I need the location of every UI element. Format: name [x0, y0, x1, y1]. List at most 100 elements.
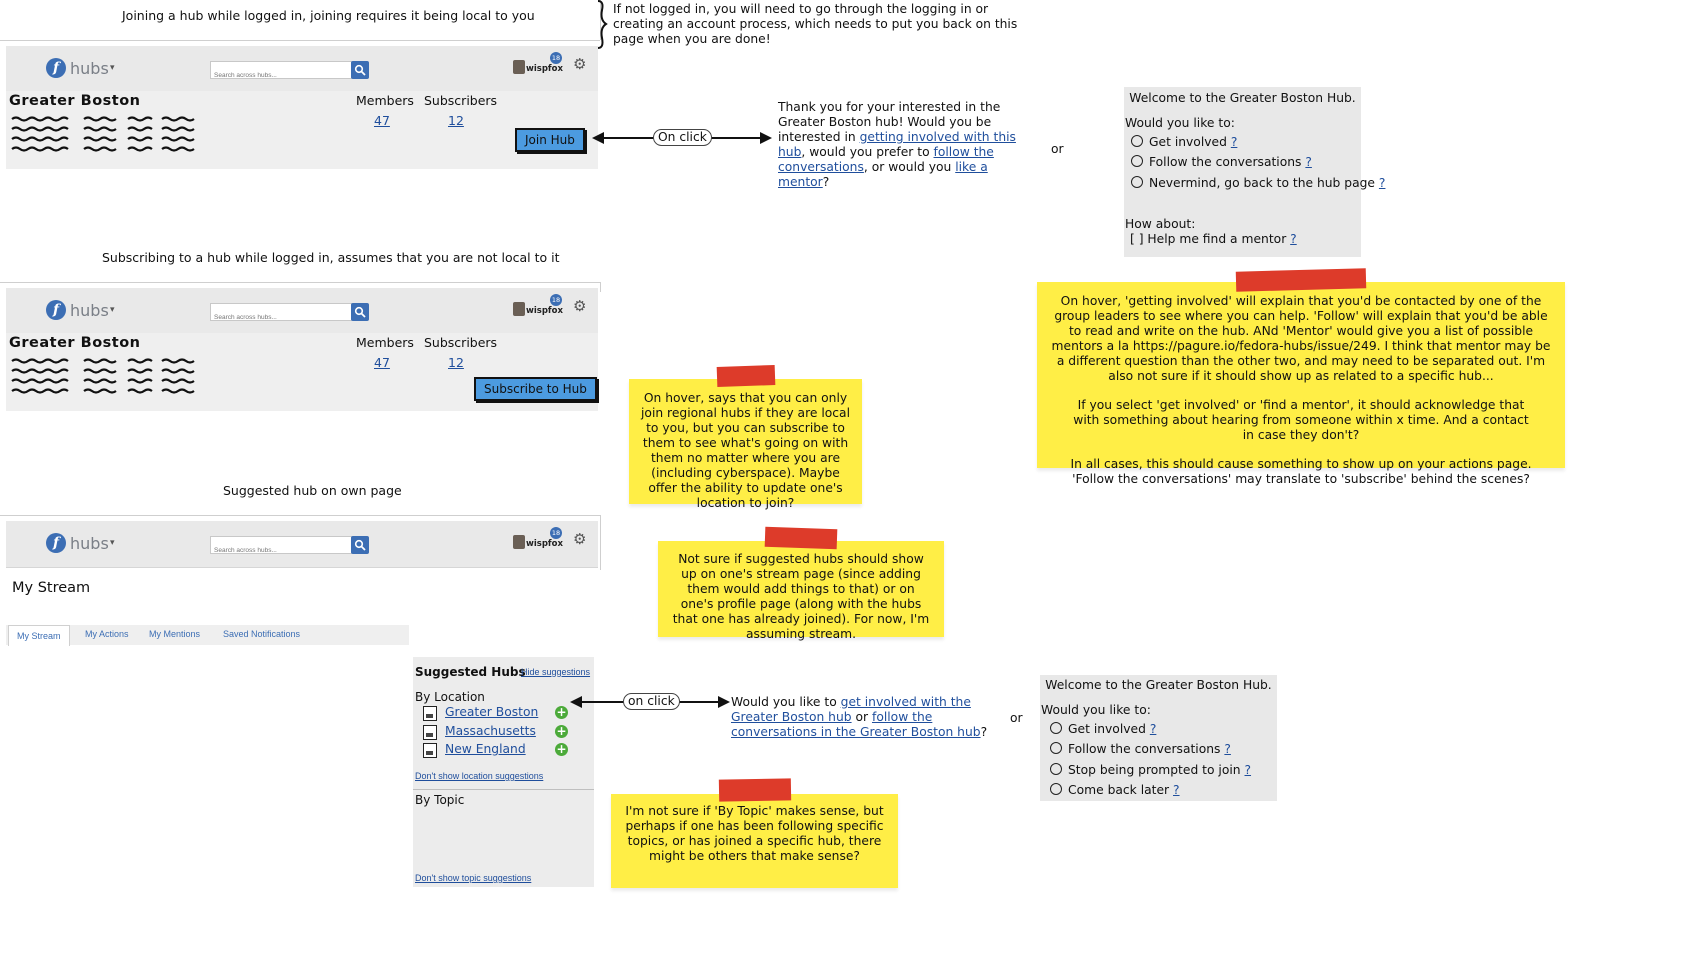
- suggested-hubs-panel: Suggested Hubs Hide suggestions By Locat…: [413, 657, 594, 887]
- fedora-logo-icon[interactable]: f: [46, 58, 66, 78]
- add-icon[interactable]: +: [555, 743, 568, 756]
- radio[interactable]: [1050, 742, 1062, 754]
- brand-label[interactable]: hubs: [70, 301, 109, 320]
- by-location-label: By Location: [415, 690, 485, 704]
- tab-saved-notifications[interactable]: Saved Notifications: [223, 629, 300, 639]
- dont-show-location-link[interactable]: Don't show location suggestions: [415, 771, 543, 781]
- gear-icon[interactable]: ⚙: [573, 55, 586, 73]
- note-text: I'm not sure if 'By Topic' makes sense, …: [625, 804, 884, 863]
- sticky-note-by-topic: I'm not sure if 'By Topic' makes sense, …: [611, 794, 898, 888]
- help-link[interactable]: ?: [1224, 742, 1231, 756]
- hub-link[interactable]: New England: [445, 742, 526, 756]
- note-text: If you select 'get involved' or 'find a …: [1073, 398, 1529, 442]
- text: Would you like to: [731, 695, 841, 709]
- avatar[interactable]: [513, 535, 525, 549]
- text: ?: [822, 175, 830, 189]
- radio[interactable]: [1050, 722, 1062, 734]
- dont-show-topic-link[interactable]: Don't show topic suggestions: [415, 873, 531, 883]
- username[interactable]: wispfox: [526, 306, 563, 316]
- tape: [718, 778, 792, 802]
- chevron-down-icon[interactable]: ▾: [110, 63, 115, 73]
- members-count[interactable]: 47: [374, 355, 390, 370]
- fedora-logo-icon[interactable]: f: [46, 533, 66, 553]
- notification-badge[interactable]: 18: [550, 294, 562, 306]
- members-label: Members: [356, 93, 414, 108]
- search-input[interactable]: [211, 543, 353, 558]
- hub-title: Greater Boston: [9, 335, 141, 351]
- suggest-response: Would you like to get involved with the …: [731, 695, 993, 740]
- chevron-down-icon[interactable]: ▾: [110, 538, 115, 548]
- caption-subscribing: Subscribing to a hub while logged in, as…: [102, 250, 560, 265]
- radio[interactable]: [1050, 763, 1062, 775]
- help-link[interactable]: ?: [1290, 232, 1297, 246]
- sticky-note-stream: Not sure if suggested hubs should show u…: [658, 541, 944, 641]
- tab-my-mentions[interactable]: My Mentions: [149, 629, 200, 639]
- help-link[interactable]: ?: [1379, 176, 1386, 190]
- dialog-prompt: Would you like to:: [1125, 116, 1235, 130]
- notification-badge[interactable]: 18: [550, 52, 562, 64]
- help-link[interactable]: ?: [1305, 155, 1312, 169]
- brand-label[interactable]: hubs: [70, 59, 109, 78]
- option-nevermind[interactable]: Nevermind, go back to the hub page ?: [1131, 176, 1385, 190]
- gear-icon[interactable]: ⚙: [573, 297, 586, 315]
- option-label: Stop being prompted to join: [1068, 763, 1241, 777]
- navbar: f hubs ▾ wispfox 18 ⚙: [6, 288, 598, 335]
- username[interactable]: wispfox: [526, 64, 563, 74]
- option-follow[interactable]: Follow the conversations ?: [1050, 742, 1231, 756]
- option-come-back-later[interactable]: Come back later ?: [1050, 783, 1180, 797]
- divider: [413, 789, 594, 790]
- username[interactable]: wispfox: [526, 539, 563, 549]
- join-response: Thank you for your interested in the Gre…: [778, 100, 1040, 190]
- hub-link[interactable]: Massachusetts: [445, 724, 536, 738]
- option-stop-prompting[interactable]: Stop being prompted to join ?: [1050, 763, 1251, 777]
- brand-label[interactable]: hubs: [70, 534, 109, 553]
- radio[interactable]: [1131, 135, 1143, 147]
- search-input[interactable]: [211, 310, 353, 325]
- arrow-label: On click: [653, 129, 712, 146]
- search-box: [210, 61, 353, 83]
- option-follow[interactable]: Follow the conversations ?: [1131, 155, 1312, 169]
- help-link[interactable]: ?: [1231, 135, 1238, 149]
- search-button[interactable]: [351, 303, 369, 321]
- tab-my-stream[interactable]: My Stream: [8, 625, 70, 646]
- search-box: [210, 303, 353, 325]
- join-hub-button[interactable]: Join Hub: [515, 128, 585, 152]
- subscribers-count[interactable]: 12: [448, 355, 464, 370]
- avatar[interactable]: [513, 302, 525, 316]
- hub-header: Greater Boston Members 47 Subscribers 12…: [6, 91, 598, 169]
- gear-icon[interactable]: ⚙: [573, 530, 586, 548]
- radio[interactable]: [1131, 176, 1143, 188]
- hub-header: Greater Boston Members 47 Subscribers 12…: [6, 333, 598, 411]
- radio[interactable]: [1050, 783, 1062, 795]
- tab-my-actions[interactable]: My Actions: [85, 629, 129, 639]
- search-input[interactable]: [211, 68, 353, 83]
- radio[interactable]: [1131, 155, 1143, 167]
- mentor-checkbox[interactable]: [ ] Help me find a mentor ?: [1130, 232, 1297, 246]
- subscribe-hub-button[interactable]: Subscribe to Hub: [474, 377, 597, 401]
- option-get-involved[interactable]: Get involved ?: [1131, 135, 1237, 149]
- subscribers-label: Subscribers: [424, 93, 498, 108]
- add-icon[interactable]: +: [555, 706, 568, 719]
- search-button[interactable]: [351, 61, 369, 79]
- avatar[interactable]: [513, 60, 525, 74]
- divider: [600, 515, 601, 570]
- arrow-label: on click: [623, 693, 680, 710]
- search-button[interactable]: [351, 536, 369, 554]
- option-get-involved[interactable]: Get involved ?: [1050, 722, 1156, 736]
- navbar: f hubs ▾ wispfox 18 ⚙: [6, 521, 598, 568]
- hide-suggestions-link[interactable]: Hide suggestions: [521, 667, 590, 677]
- divider: [600, 282, 601, 292]
- add-icon[interactable]: +: [555, 725, 568, 738]
- help-link[interactable]: ?: [1150, 722, 1157, 736]
- chevron-down-icon[interactable]: ▾: [110, 305, 115, 315]
- subscribers-count[interactable]: 12: [448, 113, 464, 128]
- members-count[interactable]: 47: [374, 113, 390, 128]
- notification-badge[interactable]: 18: [550, 527, 562, 539]
- help-link[interactable]: ?: [1173, 783, 1180, 797]
- navbar: f hubs ▾ wispfox 18 ⚙: [6, 46, 598, 93]
- hub-link[interactable]: Greater Boston: [445, 705, 538, 719]
- help-link[interactable]: ?: [1245, 763, 1252, 777]
- option-label: Follow the conversations: [1149, 155, 1302, 169]
- fedora-logo-icon[interactable]: f: [46, 300, 66, 320]
- by-topic-label: By Topic: [415, 793, 465, 807]
